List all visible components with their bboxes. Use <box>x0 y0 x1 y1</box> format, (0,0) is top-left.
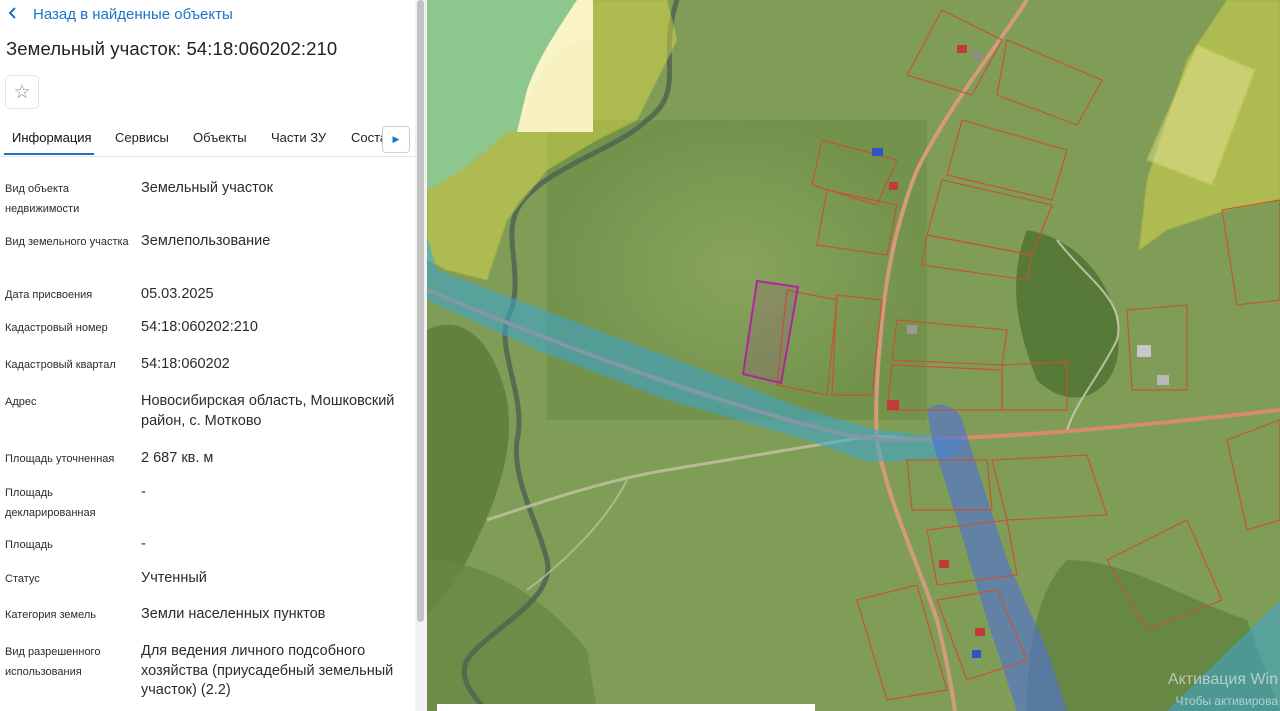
prop-value: 05.03.2025 <box>141 286 214 302</box>
back-link-label: Назад в найденные объекты <box>33 5 233 23</box>
prop-value: - <box>141 536 146 552</box>
tab-objects[interactable]: Объекты <box>193 130 247 145</box>
prop-label: Категория земель <box>5 609 96 621</box>
prop-label: Кадастровый номер <box>5 322 108 334</box>
active-tab-indicator <box>4 153 94 155</box>
satellite-map[interactable] <box>427 0 1280 711</box>
prop-label: Статус <box>5 573 40 585</box>
prop-value: 2 687 кв. м <box>141 450 214 466</box>
tab-parts[interactable]: Части ЗУ <box>271 130 326 145</box>
prop-label: Площадь уточненная <box>5 453 115 465</box>
prop-value: Землепользование <box>141 233 271 249</box>
tab-services[interactable]: Сервисы <box>115 130 169 145</box>
chevron-left-icon <box>8 6 22 22</box>
prop-label: Адрес <box>5 396 37 408</box>
map-bottom-bar <box>437 704 815 711</box>
prop-label: Дата присвоения <box>5 289 93 301</box>
prop-value: Учтенный <box>141 570 207 586</box>
prop-label: Кадастровый квартал <box>5 359 116 371</box>
prop-value: Земельный участок <box>141 180 273 196</box>
prop-value[interactable]: 54:18:060202 <box>141 355 409 375</box>
prop-label: Площадь <box>5 539 53 551</box>
tab-bar: Информация Сервисы Объекты Части ЗУ Сост… <box>0 124 415 157</box>
activation-watermark-title: Активация Win <box>1167 671 1278 688</box>
triangle-right-icon: ▶ <box>392 134 400 144</box>
object-info-panel: Назад в найденные объекты Земельный учас… <box>0 0 417 711</box>
prop-label: Вид разрешенного использования <box>5 646 101 678</box>
prop-label: Вид объекта недвижимости <box>5 183 80 215</box>
tabs-next-button[interactable]: ▶ <box>382 126 410 153</box>
prop-label: Площадь декларированная <box>5 487 96 519</box>
prop-label: Вид земельного участка <box>5 236 129 248</box>
page-title: Земельный участок: 54:18:060202:210 <box>6 38 338 59</box>
panel-scrollbar[interactable] <box>415 0 427 711</box>
prop-value: - <box>141 484 146 500</box>
prop-value[interactable]: 54:18:060202:210 <box>141 318 409 338</box>
activation-watermark-subtitle: Чтобы активирова <box>1175 694 1278 708</box>
scrollbar-thumb[interactable] <box>417 0 424 622</box>
prop-value: Земли населенных пунктов <box>141 606 326 622</box>
prop-value: Новосибирская область, Мошковский район,… <box>141 393 395 429</box>
back-to-results-link[interactable]: Назад в найденные объекты <box>8 4 233 24</box>
tab-information[interactable]: Информация <box>12 130 92 145</box>
map-view[interactable]: Активация Win Чтобы активирова <box>427 0 1280 711</box>
favorite-button[interactable]: ☆ <box>5 75 39 109</box>
prop-value: Для ведения личного подсобного хозяйства… <box>141 643 394 698</box>
star-outline-icon: ☆ <box>13 81 31 103</box>
